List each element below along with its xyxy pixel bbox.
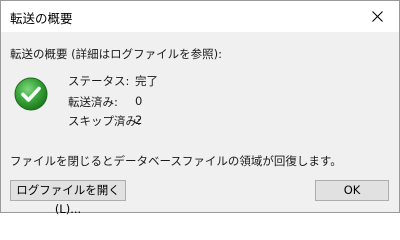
- title-bar: 転送の概要: [1, 1, 399, 32]
- window-title: 転送の概要: [10, 11, 73, 26]
- close-button[interactable]: [355, 1, 399, 32]
- check-circle-icon: [14, 77, 48, 111]
- transferred-value: 0: [135, 94, 143, 108]
- open-log-file-button[interactable]: ログファイルを開く(L)...: [10, 180, 126, 216]
- summary-heading: 転送の概要 (詳細はログファイルを参照):: [10, 47, 223, 61]
- ok-button[interactable]: OK: [315, 180, 389, 201]
- status-label: ステータス:: [68, 74, 130, 88]
- skipped-value: 2: [135, 113, 143, 127]
- dialog-body: 転送の概要 (詳細はログファイルを参照): ステータス: 完了 転送済み: 0 …: [1, 32, 399, 216]
- transfer-summary-dialog: 転送の概要 転送の概要 (詳細はログファイルを参照): ステータス: 完了 転送…: [0, 0, 400, 216]
- info-message: ファイルを閉じるとデータベースファイルの領域が回復します。: [10, 154, 342, 168]
- close-icon: [372, 11, 383, 22]
- status-value: 完了: [135, 74, 158, 88]
- skipped-label: スキップ済み:: [68, 114, 141, 128]
- transferred-label: 転送済み:: [68, 95, 118, 109]
